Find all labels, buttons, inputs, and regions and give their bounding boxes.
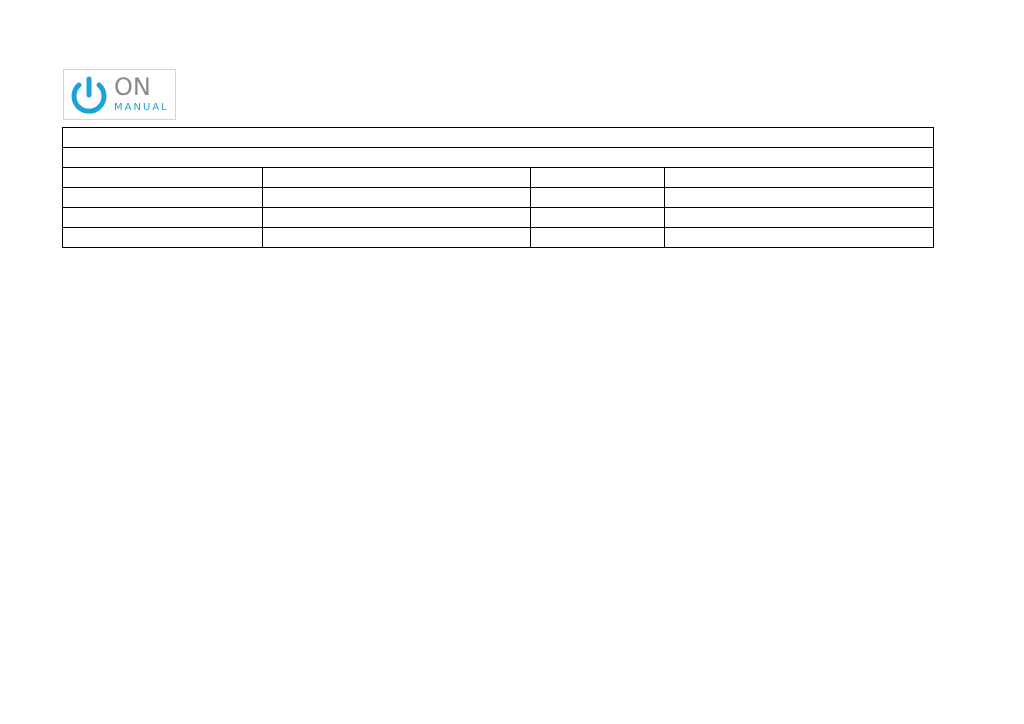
table-cell	[664, 167, 934, 188]
table-cell	[62, 167, 263, 188]
table-subtitle-cell	[62, 147, 934, 168]
table-cell	[62, 227, 263, 248]
table-row	[62, 187, 934, 208]
table-row	[62, 167, 934, 188]
table-cell	[530, 227, 665, 248]
table-cell	[262, 187, 531, 208]
table-row	[62, 227, 934, 248]
table-cell	[664, 227, 934, 248]
table-title-row	[62, 127, 934, 148]
logo-word-on: ON	[114, 73, 151, 101]
table-cell	[530, 187, 665, 208]
table-row	[62, 207, 934, 228]
table-cell	[530, 167, 665, 188]
table-cell	[62, 187, 263, 208]
table-cell	[664, 207, 934, 228]
table-subtitle-row	[62, 147, 934, 168]
page: ON MANUAL	[0, 0, 1024, 724]
table-cell	[262, 207, 531, 228]
document-table	[62, 127, 934, 248]
table-cell	[262, 167, 531, 188]
onmanual-logo: ON MANUAL	[63, 69, 176, 120]
power-icon	[71, 76, 107, 114]
table-cell	[262, 227, 531, 248]
table-cell	[62, 207, 263, 228]
table-cell	[664, 187, 934, 208]
table-title-cell	[62, 127, 934, 148]
table-cell	[530, 207, 665, 228]
logo-word-manual: MANUAL	[114, 102, 169, 113]
